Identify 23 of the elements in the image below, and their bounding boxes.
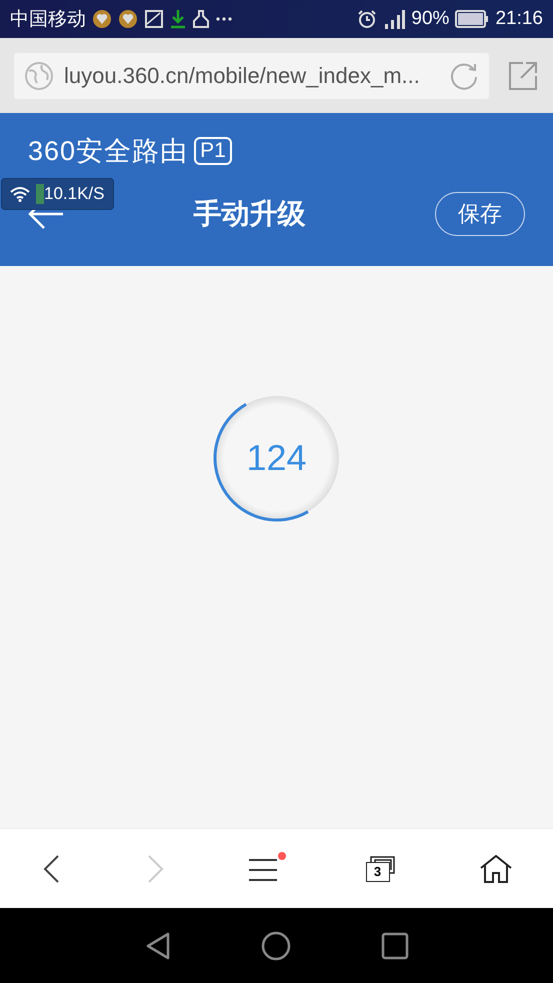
signal-icon [383,8,406,30]
logo-text: 360安全路由 [28,135,188,168]
wifi-icon [10,186,30,202]
tabs-button[interactable]: 3 [358,852,400,886]
battery-icon [455,10,490,28]
alarm-icon [357,9,378,29]
recents-icon[interactable] [380,932,408,960]
image-icon [144,9,164,29]
url-text: luyou.360.cn/mobile/new_index_m... [64,62,421,88]
page-title: 手动升级 [192,197,306,231]
speed-text: 10.1K/S [36,184,104,204]
save-button[interactable]: 保存 [435,192,525,236]
address-bar[interactable]: luyou.360.cn/mobile/new_index_m... [14,52,489,98]
more-icon [216,16,232,22]
battery-percent: 90% [411,8,450,30]
home-icon[interactable] [260,930,290,960]
tab-count: 3 [366,862,390,882]
model-badge: P1 [194,137,232,165]
clock-time: 21:16 [495,8,543,30]
back-icon[interactable] [144,932,170,960]
download-icon [170,9,186,29]
carrier-name: 中国移动 [10,8,86,32]
countdown-number: 124 [246,437,307,479]
